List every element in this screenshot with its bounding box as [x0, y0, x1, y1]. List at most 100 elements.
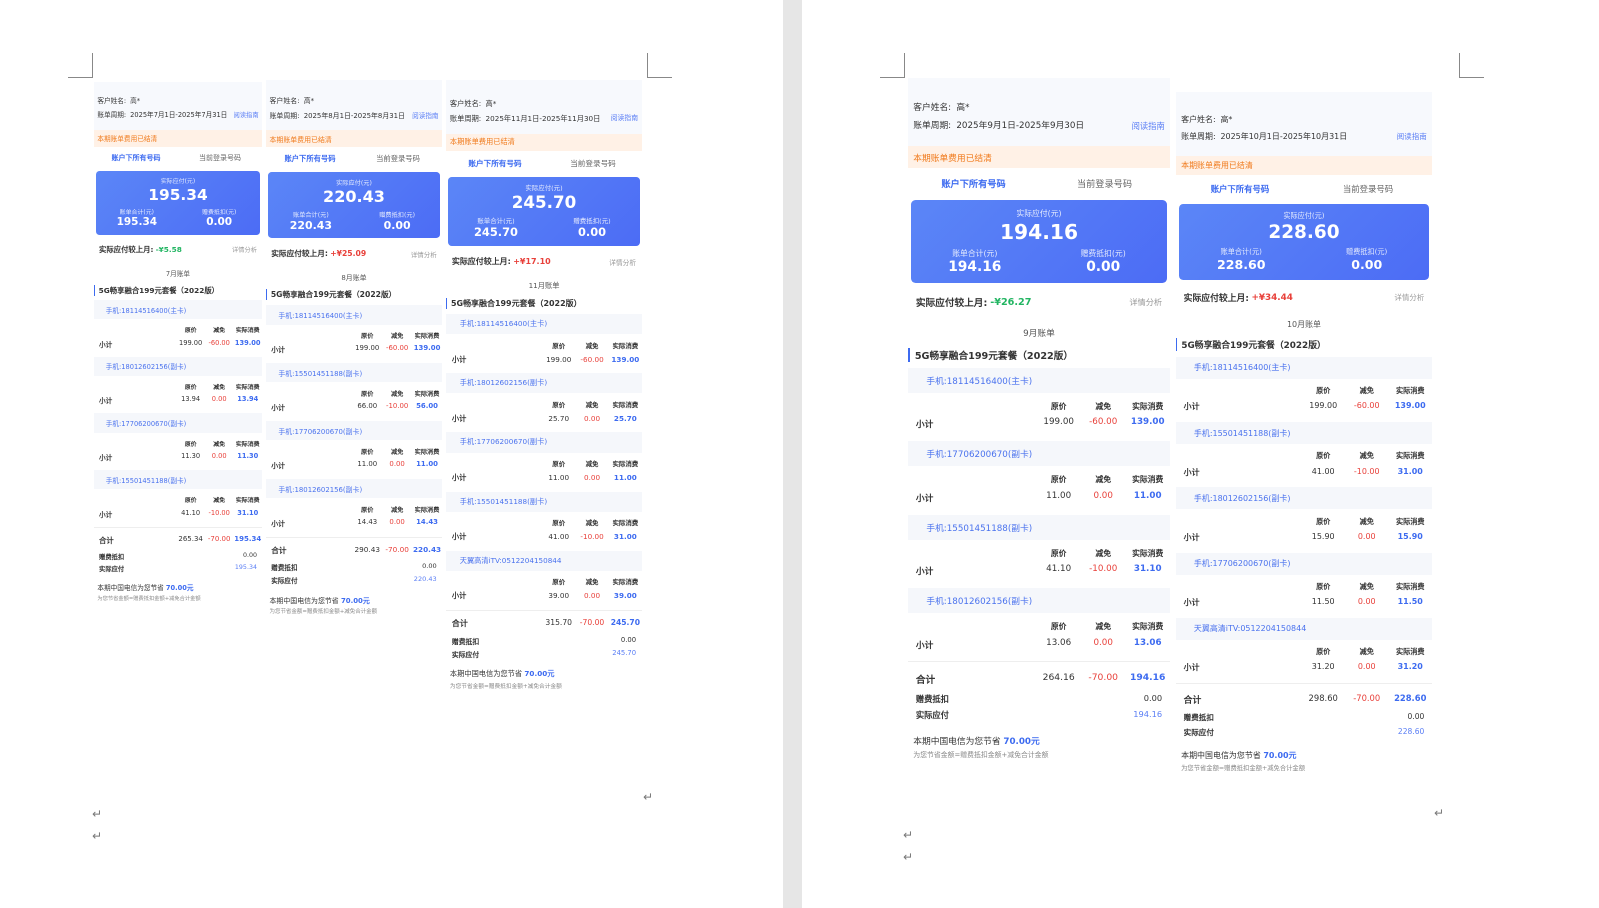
- tab-all-numbers[interactable]: 账户下所有号码: [266, 154, 354, 164]
- col-actual-spend: 实际消费: [414, 506, 440, 514]
- subtotal-actual: 13.94: [237, 395, 259, 404]
- reading-guide-link[interactable]: 阅读指南: [233, 109, 258, 123]
- line-number[interactable]: 手机:18114516400(主卡): [94, 299, 262, 320]
- subtotal-actual: 13.06: [1133, 637, 1162, 648]
- total-label: 合计: [451, 619, 468, 629]
- subtotal-actual: 56.00: [416, 402, 438, 411]
- tab-all-numbers[interactable]: 账户下所有号码: [446, 158, 544, 169]
- savings-formula: 为您节省金额=赠费抵扣金额+减免合计金额: [269, 608, 378, 615]
- tab-current-number[interactable]: 当前登录号码: [354, 154, 442, 164]
- subtotal-label: 小计: [1183, 467, 1200, 477]
- col-discount: 减免: [1359, 647, 1374, 657]
- paragraph-mark: ↵: [92, 829, 103, 843]
- detail-analysis-link[interactable]: 详情分析: [232, 245, 257, 254]
- col-actual-spend: 实际消费: [612, 341, 639, 350]
- gift-row: 赠费抵扣 0.00: [266, 560, 442, 573]
- col-actual-spend: 实际消费: [1132, 475, 1164, 485]
- line-number[interactable]: 手机:18012602156(副卡): [94, 356, 262, 376]
- tab-current-number[interactable]: 当前登录号码: [178, 153, 262, 163]
- tab-all-numbers[interactable]: 账户下所有号码: [94, 153, 178, 163]
- savings-prefix: 本期中国电信为您节省: [269, 597, 339, 606]
- tab-current-number[interactable]: 当前登录号码: [1039, 176, 1170, 190]
- month-comparison: 实际应付较上月: +¥34.44 详情分析: [1176, 280, 1432, 310]
- savings-note: 本期中国电信为您节省 70.00元: [266, 587, 442, 605]
- line-number[interactable]: 手机:18012602156(副卡): [446, 373, 642, 394]
- tab-current-number[interactable]: 当前登录号码: [544, 158, 642, 169]
- line-number[interactable]: 手机:18114516400(主卡): [266, 304, 442, 325]
- detail-analysis-link[interactable]: 详情分析: [411, 249, 437, 259]
- detail-analysis-link[interactable]: 详情分析: [1129, 296, 1162, 308]
- settled-notice: 本期账单费用已结清: [94, 130, 262, 147]
- line-item: 手机:18114516400(主卡) 原价 减免 实际消费 小计 199.00 -60.00…: [908, 367, 1170, 439]
- line-number[interactable]: 手机:15501451188(副卡): [94, 470, 262, 490]
- col-original-price: 原价: [1316, 647, 1331, 657]
- subtotal-discount: -10.00: [1089, 564, 1118, 575]
- bill-total-amount: 228.60: [1216, 257, 1266, 273]
- paragraph-mark: ↵: [903, 850, 914, 864]
- subtotal-original: 66.00: [357, 402, 378, 411]
- col-actual-spend: 实际消费: [1132, 401, 1164, 411]
- col-original-price: 原价: [361, 390, 374, 398]
- line-number[interactable]: 手机:18114516400(主卡): [446, 314, 642, 335]
- total-label: 合计: [99, 535, 114, 545]
- subtotal-discount: 0.00: [1093, 637, 1113, 648]
- line-number[interactable]: 手机:17706200670(副卡): [94, 413, 262, 433]
- bill-total-amount: 220.43: [289, 218, 332, 232]
- payable-label: 实际应付(元): [1283, 210, 1325, 220]
- gift-deduction-label: 赠费抵扣(元): [202, 209, 237, 217]
- billing-period-label: 账单周期:: [913, 121, 952, 132]
- total-discount: -70.00: [1353, 692, 1381, 703]
- customer-name-label: 客户姓名:: [1181, 115, 1216, 125]
- line-number[interactable]: 手机:17706200670(副卡): [908, 441, 1170, 467]
- subtotal-original: 199.00: [1043, 417, 1074, 428]
- total-row: 合计 290.43 -70.00 220.43: [266, 536, 442, 561]
- line-item: 手机:15501451188(副卡) 原价 减免 实际消费 小计 41.10 -10.00 3…: [94, 470, 262, 525]
- line-number[interactable]: 手机:17706200670(副卡): [1176, 552, 1432, 575]
- reading-guide-link[interactable]: 阅读指南: [611, 111, 638, 126]
- line-number[interactable]: 手机:18114516400(主卡): [1176, 356, 1432, 379]
- subtotal-original: 41.10: [1046, 564, 1072, 575]
- reading-guide-link[interactable]: 阅读指南: [1132, 117, 1165, 135]
- payable-row-label: 实际应付: [915, 710, 949, 721]
- reading-guide-link[interactable]: 阅读指南: [1397, 129, 1427, 146]
- subtotal-original: 11.30: [181, 452, 201, 461]
- subtotal-original: 199.00: [355, 344, 380, 353]
- line-number[interactable]: 手机:18114516400(主卡): [908, 367, 1170, 393]
- line-number[interactable]: 天翼高清iTV:0512204150844: [446, 550, 642, 571]
- line-number[interactable]: 手机:17706200670(副卡): [266, 420, 442, 441]
- comparison-delta: +¥17.10: [513, 257, 551, 267]
- col-discount: 减免: [390, 506, 404, 514]
- col-original-price: 原价: [1316, 451, 1331, 461]
- line-number[interactable]: 手机:18012602156(副卡): [908, 588, 1170, 614]
- line-number[interactable]: 手机:15501451188(副卡): [908, 514, 1170, 540]
- month-comparison: 实际应付较上月: -¥5.58 详情分析: [94, 235, 262, 260]
- col-actual-spend: 实际消费: [612, 578, 639, 587]
- tab-all-numbers[interactable]: 账户下所有号码: [1176, 183, 1304, 195]
- line-number[interactable]: 手机:17706200670(副卡): [446, 432, 642, 453]
- col-actual-spend: 实际消费: [235, 383, 260, 391]
- line-number[interactable]: 手机:18012602156(副卡): [266, 478, 442, 499]
- total-actual: 245.70: [610, 618, 640, 628]
- col-actual-spend: 实际消费: [612, 400, 639, 409]
- total-original: 265.34: [178, 534, 203, 543]
- line-number[interactable]: 手机:18012602156(副卡): [1176, 487, 1432, 510]
- total-actual: 194.16: [1130, 671, 1166, 683]
- reading-guide-link[interactable]: 阅读指南: [412, 109, 438, 124]
- tab-current-number[interactable]: 当前登录号码: [1304, 183, 1432, 195]
- gift-row-value: 0.00: [620, 635, 637, 644]
- tab-all-numbers[interactable]: 账户下所有号码: [908, 176, 1039, 190]
- number-tabs: 账户下所有号码 当前登录号码: [1176, 175, 1432, 200]
- bill-october: 客户姓名: 高* 账单周期: 2025年10月1日-2025年10月31日 阅读指南 本期…: [1176, 92, 1432, 774]
- line-number[interactable]: 天翼高清iTV:0512204150844: [1176, 617, 1432, 641]
- billing-period-label: 账单周期:: [449, 113, 482, 123]
- col-discount: 减免: [585, 400, 599, 409]
- detail-analysis-link[interactable]: 详情分析: [1394, 292, 1424, 303]
- detail-analysis-link[interactable]: 详情分析: [609, 257, 636, 267]
- bill-month-title: 11月账单: [528, 280, 560, 290]
- line-number[interactable]: 手机:15501451188(副卡): [446, 491, 642, 512]
- payable-row-value: 228.60: [1397, 727, 1425, 737]
- line-number[interactable]: 手机:15501451188(副卡): [266, 362, 442, 383]
- line-number[interactable]: 手机:15501451188(副卡): [1176, 421, 1432, 445]
- subtotal-actual: 11.00: [416, 460, 438, 469]
- subtotal-actual: 31.00: [1397, 466, 1423, 476]
